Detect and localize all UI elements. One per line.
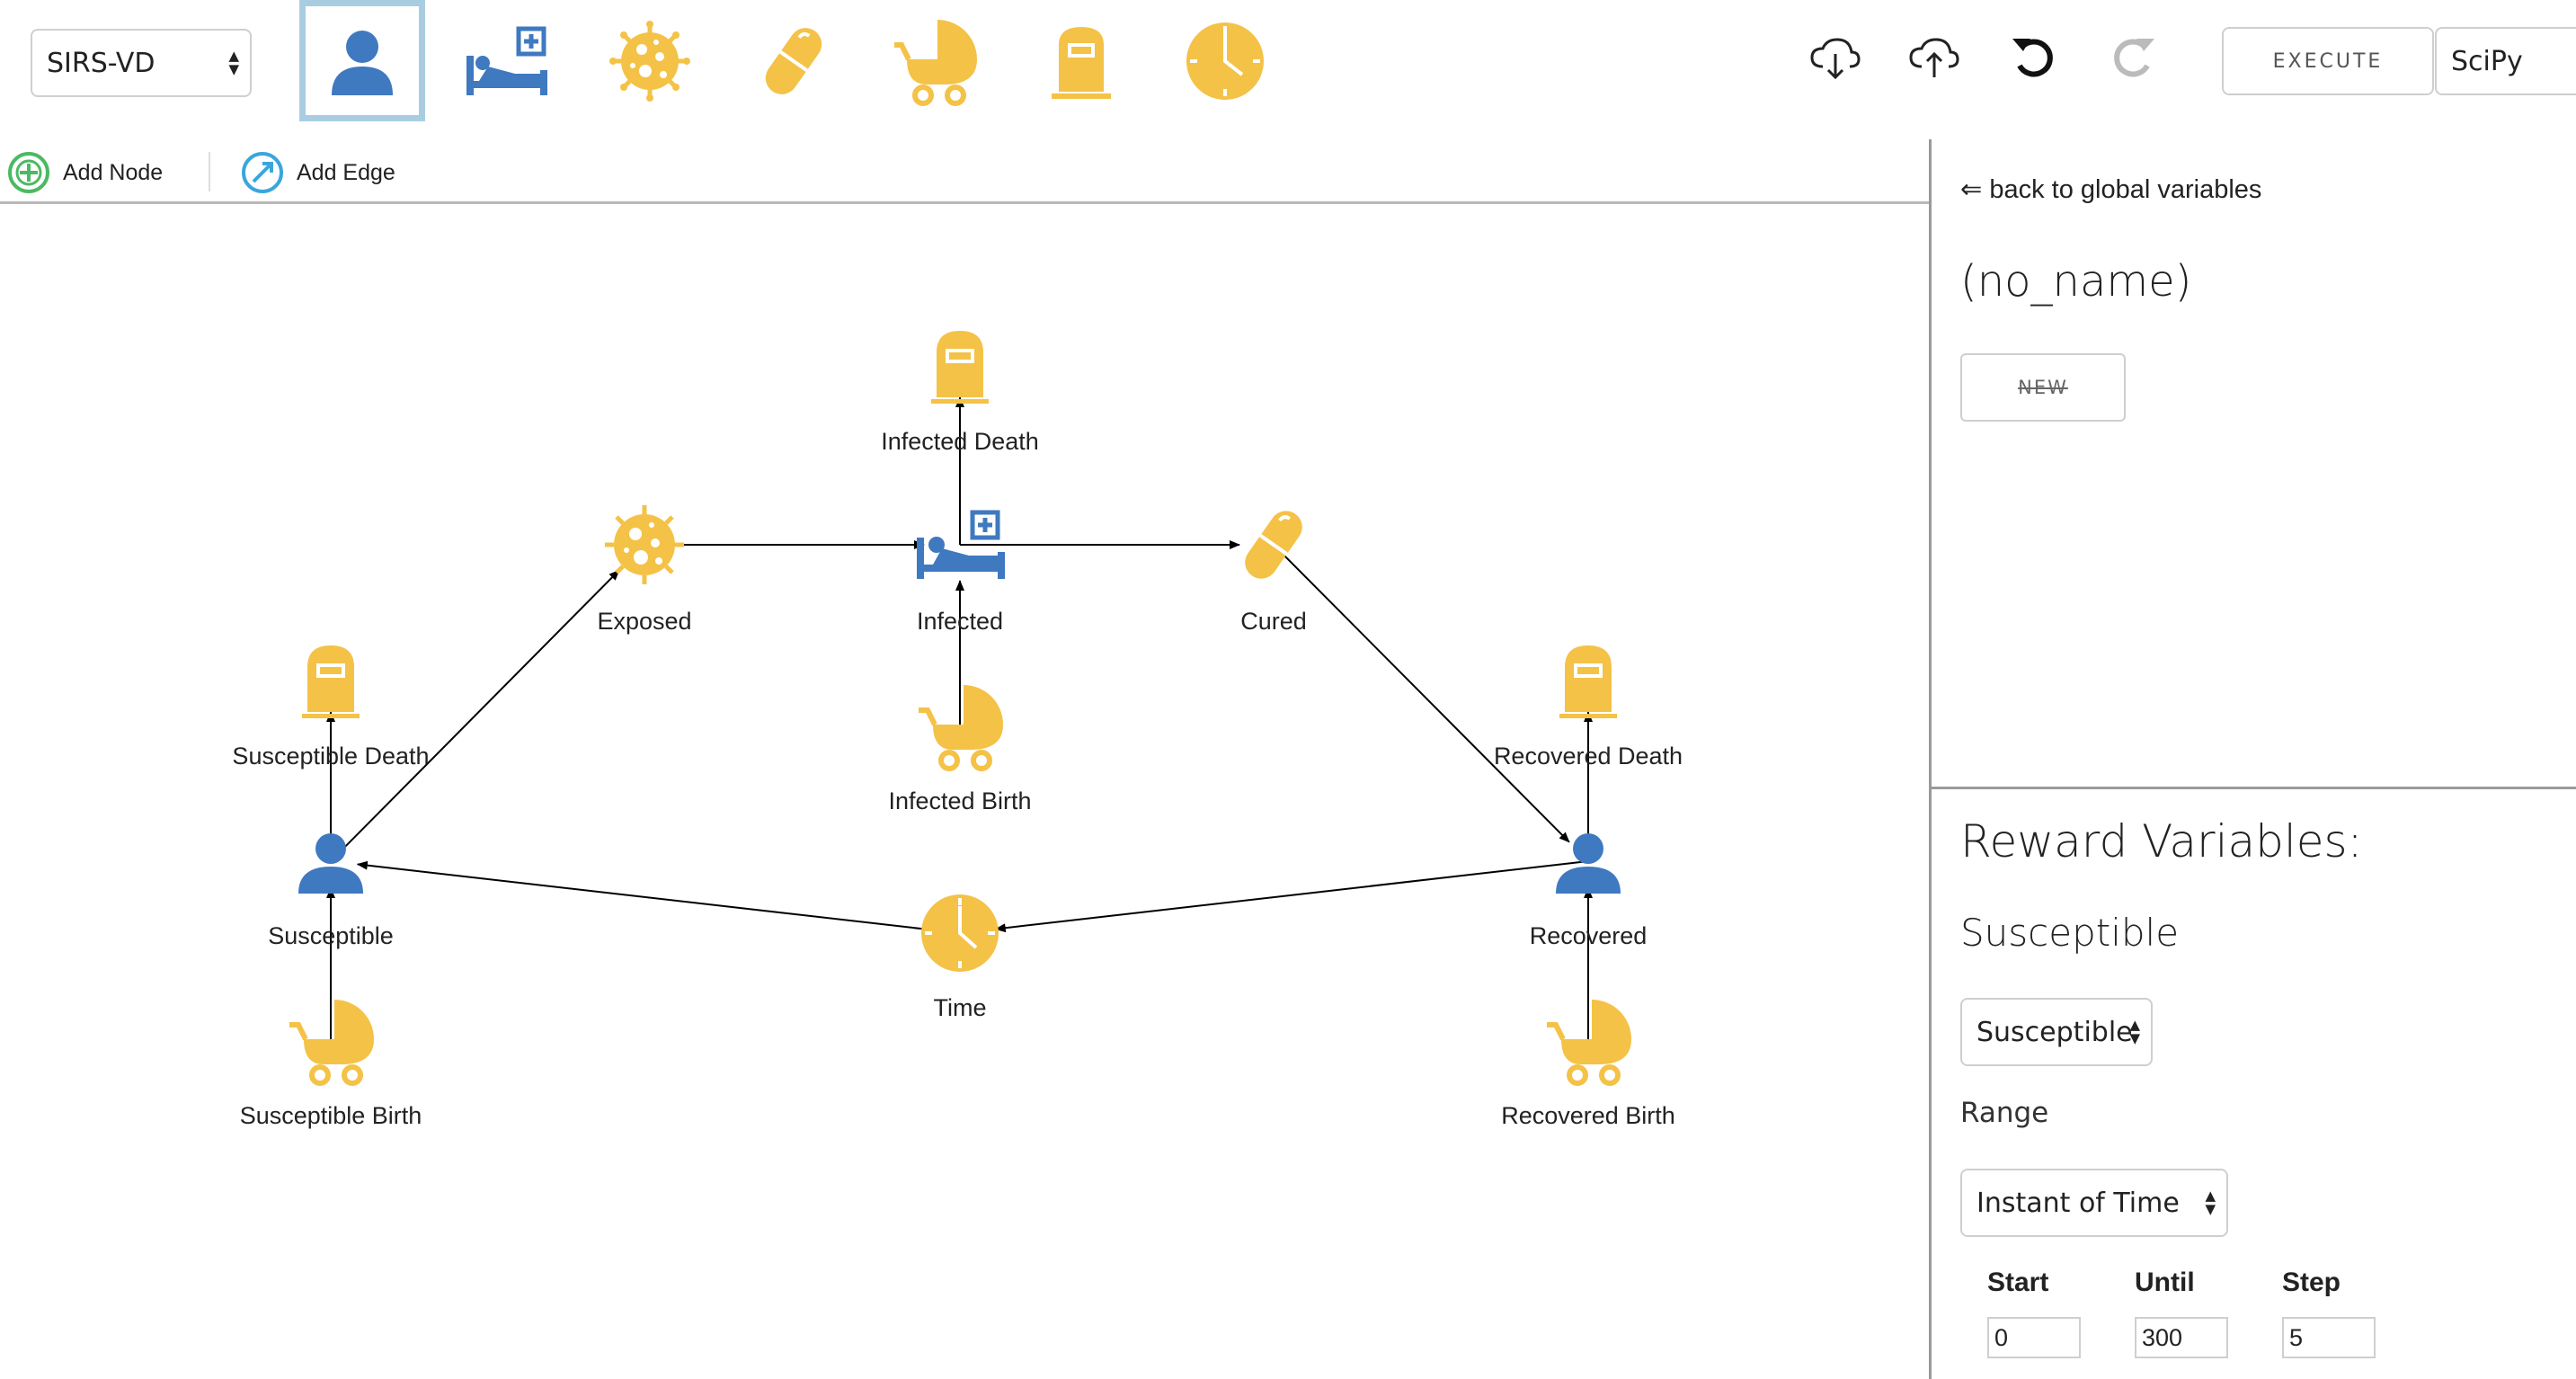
virus-icon (609, 20, 690, 102)
node-label-cured: Cured (1240, 608, 1307, 635)
clock-icon (1186, 22, 1264, 100)
select-arrows-icon: ▲ ▼ (228, 48, 239, 77)
execute-button[interactable]: EXECUTE (2222, 27, 2434, 95)
node-label-infected: Infected (916, 608, 1004, 635)
new-button[interactable]: NEW (1960, 353, 2126, 422)
node-label-recovered: Recovered (1529, 922, 1648, 949)
palette-person[interactable] (299, 0, 425, 121)
panel-divider (1932, 787, 2576, 789)
node-label-susceptible-birth: Susceptible Birth (239, 1102, 422, 1129)
back-to-global-variables-link[interactable]: ⇐ back to global variables (1960, 173, 2261, 205)
add-node-label: Add Node (63, 159, 164, 185)
person-icon (332, 30, 393, 95)
palette-baby-carriage[interactable] (875, 0, 1000, 121)
model-select-value: SIRS-VD (47, 47, 155, 79)
start-input[interactable] (1987, 1317, 2081, 1358)
add-node-icon (8, 152, 49, 193)
variable-name-title: (no_name) (1960, 256, 2192, 307)
select-arrows-icon: ▲ ▼ (2129, 1017, 2140, 1046)
step-label: Step (2282, 1268, 2341, 1297)
reward-variable-subtitle: Susceptible (1960, 911, 2180, 955)
palette-tombstone[interactable] (1018, 0, 1144, 121)
cloud-upload-icon[interactable] (1903, 27, 1966, 90)
range-label: Range (1960, 1097, 2049, 1129)
edge-cured-to-recovered[interactable] (1273, 544, 1570, 843)
step-input[interactable] (2282, 1317, 2376, 1358)
pill-icon (765, 27, 822, 94)
node-time-clock-icon[interactable] (921, 894, 999, 972)
hospital-bed-icon (466, 26, 547, 95)
tombstone-icon (1052, 26, 1111, 99)
node-label-recovered-death: Recovered Death (1493, 743, 1683, 770)
node-exposed-virus-icon[interactable] (605, 505, 684, 584)
node-susceptible-person-icon[interactable] (298, 833, 363, 894)
select-arrows-icon: ▲ ▼ (2205, 1188, 2216, 1217)
node-infected-death-tombstone-icon[interactable] (931, 331, 989, 404)
until-label: Until (2135, 1268, 2195, 1297)
add-node-button[interactable]: Add Node (7, 150, 163, 195)
palette-virus[interactable] (587, 0, 713, 121)
range-select[interactable]: Instant of Time ▲ ▼ (1960, 1169, 2228, 1237)
range-select-value: Instant of Time (1976, 1187, 2180, 1219)
palette-clock[interactable] (1162, 0, 1288, 121)
reward-variables-title: Reward Variables: (1960, 815, 2363, 867)
cloud-download-icon[interactable] (1804, 27, 1867, 90)
reward-variable-select[interactable]: Susceptible ▲ ▼ (1960, 998, 2153, 1066)
node-recovered-death-tombstone-icon[interactable] (1559, 645, 1617, 718)
engine-select[interactable]: SciPy ▲▼ (2435, 27, 2576, 95)
add-edge-icon (242, 152, 283, 193)
node-label-time: Time (933, 994, 987, 1021)
top-toolbar: SIRS-VD ▲ ▼ EXECUTE SciPy (0, 0, 2576, 135)
node-susceptible-death-tombstone-icon[interactable] (302, 645, 360, 718)
edge-susceptible-to-exposed[interactable] (330, 569, 620, 862)
properties-panel: ⇐ back to global variables (no_name) NEW… (1929, 139, 2576, 1379)
start-label: Start (1987, 1268, 2049, 1297)
undo-icon[interactable] (2003, 27, 2065, 90)
edge-time-to-susceptible[interactable] (356, 860, 961, 934)
node-label-susceptible-death: Susceptible Death (232, 743, 430, 770)
engine-select-value: SciPy (2451, 45, 2523, 77)
node-cured-pill-icon[interactable] (1239, 504, 1309, 584)
model-select[interactable]: SIRS-VD ▲ ▼ (31, 29, 252, 97)
edge-recovered-to-time[interactable] (994, 860, 1589, 933)
graph-toolbar: Add Node Add Edge (0, 139, 1931, 204)
node-label-exposed: Exposed (597, 608, 692, 635)
baby-carriage-icon (894, 19, 977, 106)
add-edge-label: Add Edge (297, 159, 395, 185)
add-edge-button[interactable]: Add Edge (241, 150, 395, 195)
palette-pill[interactable] (731, 0, 857, 121)
redo-icon[interactable] (2101, 27, 2164, 90)
graph-canvas[interactable]: Infected Death Exposed Infected Cured Suscep… (0, 205, 1929, 1379)
node-label-infected-birth: Infected Birth (888, 787, 1032, 814)
reward-variable-select-value: Susceptible (1976, 1016, 2133, 1048)
until-input[interactable] (2135, 1317, 2228, 1358)
node-label-susceptible: Susceptible (268, 922, 394, 949)
node-label-recovered-birth: Recovered Birth (1501, 1102, 1675, 1129)
node-label-infected-death: Infected Death (881, 428, 1039, 455)
toolbar-divider (209, 152, 210, 191)
palette-hospital-bed[interactable] (443, 0, 569, 121)
